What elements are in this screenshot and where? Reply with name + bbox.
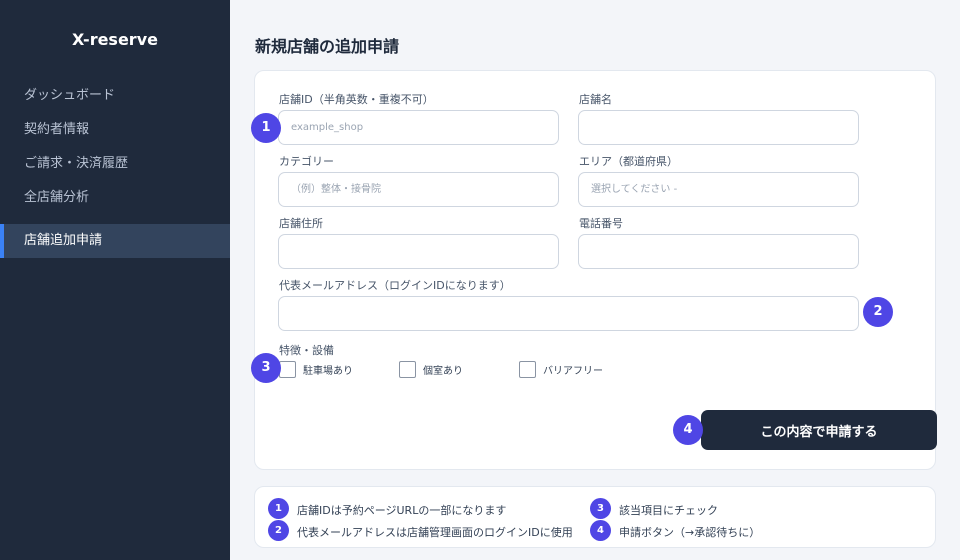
area-select[interactable]: 選択してください - xyxy=(578,172,859,207)
sidebar-item-dashboard[interactable]: ダッシュボード xyxy=(0,79,230,113)
feature-private-room-checkbox[interactable]: 個室あり xyxy=(399,360,463,378)
page-title: 新規店舗の追加申請 xyxy=(255,37,400,56)
form-card: 店舗ID（半角英数・重複不可） 店舗名 カテゴリー エリア（都道府県） 選択して… xyxy=(254,70,937,470)
legend-text-4: 申請ボタン（→承認待ちに） xyxy=(619,526,761,539)
sidebar-item-contractor-info[interactable]: 契約者情報 xyxy=(0,113,230,147)
address-label: 店舗住所 xyxy=(279,217,323,230)
email-input[interactable] xyxy=(278,296,859,331)
feature-parking-checkbox[interactable]: 駐車場あり xyxy=(279,360,353,378)
feature-barrier-free-label: バリアフリー xyxy=(543,365,603,377)
shop-name-label: 店舗名 xyxy=(579,93,612,106)
category-label: カテゴリー xyxy=(279,155,334,168)
email-label: 代表メールアドレス（ログインIDになります） xyxy=(279,279,511,292)
phone-input[interactable] xyxy=(578,234,859,269)
marker-1: 1 xyxy=(251,113,281,143)
sidebar-item-billing-history[interactable]: ご請求・決済履歴 xyxy=(0,147,230,181)
sidebar-item-add-shop-request[interactable]: 店舗追加申請 xyxy=(0,224,230,258)
shop-id-input[interactable] xyxy=(278,110,559,145)
marker-3: 3 xyxy=(251,353,281,383)
feature-private-room-label: 個室あり xyxy=(423,365,463,377)
area-label: エリア（都道府県） xyxy=(579,155,678,168)
legend-marker-3: 3 xyxy=(590,498,611,519)
legend-card: 1 店舗IDは予約ページURLの一部になります 2 代表メールアドレスは店舗管理… xyxy=(254,486,936,548)
features-label: 特徴・設備 xyxy=(279,344,334,357)
legend-marker-1: 1 xyxy=(268,498,289,519)
marker-4: 4 xyxy=(673,415,703,445)
feature-parking-label: 駐車場あり xyxy=(303,365,353,377)
category-input[interactable] xyxy=(278,172,559,207)
address-input[interactable] xyxy=(278,234,559,269)
checkbox-box[interactable] xyxy=(519,360,536,378)
legend-marker-2: 2 xyxy=(268,520,289,541)
shop-id-label: 店舗ID（半角英数・重複不可） xyxy=(279,93,434,106)
legend-text-3: 該当項目にチェック xyxy=(619,504,718,517)
feature-barrier-free-checkbox[interactable]: バリアフリー xyxy=(519,360,603,378)
phone-label: 電話番号 xyxy=(579,217,623,230)
legend-text-1: 店舗IDは予約ページURLの一部になります xyxy=(297,504,507,517)
checkbox-box[interactable] xyxy=(279,360,296,378)
checkbox-box[interactable] xyxy=(399,360,416,378)
legend-text-2: 代表メールアドレスは店舗管理画面のログインIDに使用 xyxy=(297,526,573,539)
marker-2: 2 xyxy=(863,297,893,327)
legend-marker-4: 4 xyxy=(590,520,611,541)
sidebar: X-reserve ダッシュボード 契約者情報 ご請求・決済履歴 全店舗分析 店… xyxy=(0,0,230,560)
submit-request-button[interactable]: この内容で申請する xyxy=(701,410,937,450)
sidebar-item-all-shops-analysis[interactable]: 全店舗分析 xyxy=(0,181,230,215)
brand-logo: X-reserve xyxy=(72,30,158,49)
shop-name-input[interactable] xyxy=(578,110,859,145)
